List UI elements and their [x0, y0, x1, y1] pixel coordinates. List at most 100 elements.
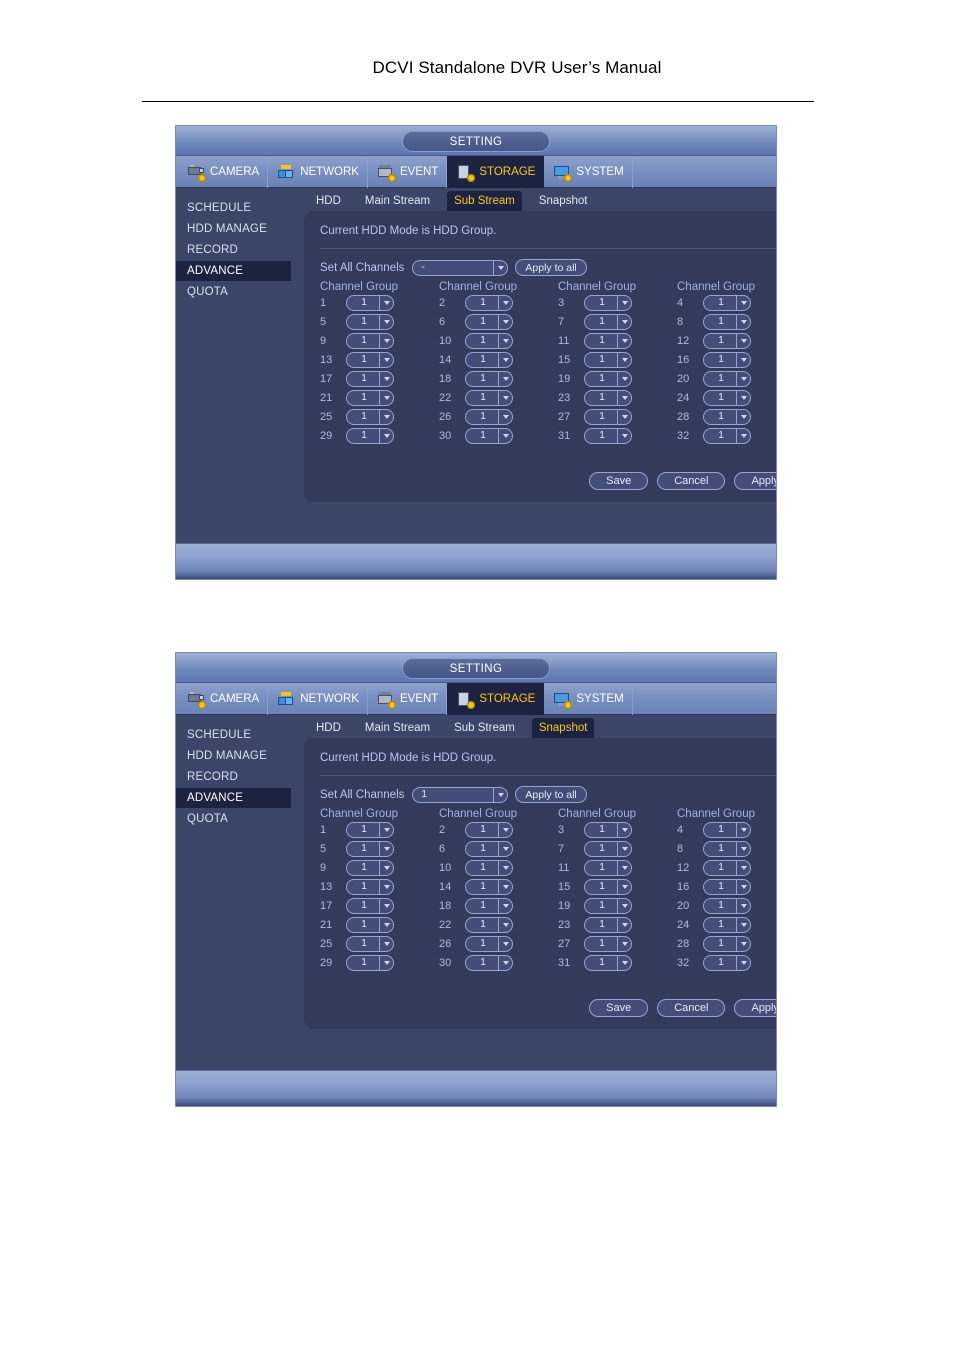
chevron-down-icon[interactable] [617, 898, 631, 913]
sub-tab-snapshot[interactable]: Snapshot [531, 718, 595, 738]
channel-24-group-select[interactable]: 1 [703, 389, 751, 406]
channel-3-group-select[interactable]: 1 [584, 294, 632, 311]
channel-10-group-select[interactable]: 1 [465, 332, 513, 349]
channel-12-group-select[interactable]: 1 [703, 332, 751, 349]
sidebar-item-record[interactable]: RECORD [176, 767, 291, 787]
channel-10-group-select[interactable]: 1 [465, 859, 513, 876]
chevron-down-icon[interactable] [379, 917, 393, 932]
channel-6-group-select[interactable]: 1 [465, 313, 513, 330]
chevron-down-icon[interactable] [498, 371, 512, 386]
chevron-down-icon[interactable] [379, 898, 393, 913]
channel-26-group-select[interactable]: 1 [465, 935, 513, 952]
chevron-down-icon[interactable] [498, 898, 512, 913]
sidebar-item-advance[interactable]: ADVANCE [176, 261, 291, 281]
chevron-down-icon[interactable] [617, 879, 631, 894]
chevron-down-icon[interactable] [617, 409, 631, 424]
chevron-down-icon[interactable] [498, 314, 512, 329]
nav-tab-system[interactable]: SYSTEM [544, 156, 633, 188]
chevron-down-icon[interactable] [498, 879, 512, 894]
apply-to-all-button[interactable]: Apply to all [515, 259, 587, 276]
save-button[interactable]: Save [589, 472, 649, 490]
channel-20-group-select[interactable]: 1 [703, 897, 751, 914]
chevron-down-icon[interactable] [736, 955, 750, 970]
chevron-down-icon[interactable] [379, 371, 393, 386]
cancel-button[interactable]: Cancel [657, 472, 726, 490]
chevron-down-icon[interactable] [736, 371, 750, 386]
nav-tab-system[interactable]: SYSTEM [544, 683, 633, 715]
chevron-down-icon[interactable] [736, 936, 750, 951]
chevron-down-icon[interactable] [736, 917, 750, 932]
chevron-down-icon[interactable] [617, 428, 631, 443]
channel-29-group-select[interactable]: 1 [346, 427, 394, 444]
channel-16-group-select[interactable]: 1 [703, 878, 751, 895]
channel-30-group-select[interactable]: 1 [465, 427, 513, 444]
nav-tab-network[interactable]: NETWORK [268, 156, 368, 188]
chevron-down-icon[interactable] [498, 955, 512, 970]
chevron-down-icon[interactable] [379, 841, 393, 856]
chevron-down-icon[interactable] [379, 295, 393, 310]
channel-31-group-select[interactable]: 1 [584, 954, 632, 971]
nav-tab-storage[interactable]: STORAGE [447, 156, 545, 188]
channel-16-group-select[interactable]: 1 [703, 351, 751, 368]
apply-button[interactable]: Apply [734, 999, 776, 1017]
channel-32-group-select[interactable]: 1 [703, 427, 751, 444]
channel-7-group-select[interactable]: 1 [584, 840, 632, 857]
channel-15-group-select[interactable]: 1 [584, 351, 632, 368]
channel-17-group-select[interactable]: 1 [346, 370, 394, 387]
channel-22-group-select[interactable]: 1 [465, 389, 513, 406]
chevron-down-icon[interactable] [736, 409, 750, 424]
channel-23-group-select[interactable]: 1 [584, 389, 632, 406]
chevron-down-icon[interactable] [498, 295, 512, 310]
channel-4-group-select[interactable]: 1 [703, 294, 751, 311]
channel-5-group-select[interactable]: 1 [346, 840, 394, 857]
channel-25-group-select[interactable]: 1 [346, 935, 394, 952]
sub-tab-hdd[interactable]: HDD [309, 191, 348, 211]
channel-11-group-select[interactable]: 1 [584, 859, 632, 876]
channel-9-group-select[interactable]: 1 [346, 859, 394, 876]
sub-tab-hdd[interactable]: HDD [309, 718, 348, 738]
chevron-down-icon[interactable] [736, 898, 750, 913]
chevron-down-icon[interactable] [379, 879, 393, 894]
chevron-down-icon[interactable] [379, 352, 393, 367]
chevron-down-icon[interactable] [617, 295, 631, 310]
channel-22-group-select[interactable]: 1 [465, 916, 513, 933]
save-button[interactable]: Save [589, 999, 649, 1017]
chevron-down-icon[interactable] [379, 428, 393, 443]
chevron-down-icon[interactable] [379, 822, 393, 837]
channel-30-group-select[interactable]: 1 [465, 954, 513, 971]
chevron-down-icon[interactable] [617, 955, 631, 970]
sidebar-item-hdd-manage[interactable]: HDD MANAGE [176, 746, 291, 766]
channel-13-group-select[interactable]: 1 [346, 878, 394, 895]
channel-31-group-select[interactable]: 1 [584, 427, 632, 444]
chevron-down-icon[interactable] [379, 860, 393, 875]
channel-27-group-select[interactable]: 1 [584, 408, 632, 425]
channel-1-group-select[interactable]: 1 [346, 821, 394, 838]
chevron-down-icon[interactable] [617, 371, 631, 386]
channel-29-group-select[interactable]: 1 [346, 954, 394, 971]
channel-5-group-select[interactable]: 1 [346, 313, 394, 330]
nav-tab-network[interactable]: NETWORK [268, 683, 368, 715]
channel-28-group-select[interactable]: 1 [703, 935, 751, 952]
chevron-down-icon[interactable] [617, 390, 631, 405]
nav-tab-event[interactable]: EVENT [368, 156, 448, 188]
chevron-down-icon[interactable] [498, 936, 512, 951]
chevron-down-icon[interactable] [736, 860, 750, 875]
sub-tab-main-stream[interactable]: Main Stream [358, 718, 437, 738]
chevron-down-icon[interactable] [498, 409, 512, 424]
channel-4-group-select[interactable]: 1 [703, 821, 751, 838]
apply-button[interactable]: Apply [734, 472, 776, 490]
sub-tab-main-stream[interactable]: Main Stream [358, 191, 437, 211]
channel-25-group-select[interactable]: 1 [346, 408, 394, 425]
sidebar-item-schedule[interactable]: SCHEDULE [176, 725, 291, 745]
nav-tab-camera[interactable]: CAMERA [176, 156, 269, 188]
chevron-down-icon[interactable] [617, 917, 631, 932]
nav-tab-storage[interactable]: STORAGE [447, 683, 545, 715]
chevron-down-icon[interactable] [493, 260, 507, 275]
channel-7-group-select[interactable]: 1 [584, 313, 632, 330]
chevron-down-icon[interactable] [736, 428, 750, 443]
sidebar-item-hdd-manage[interactable]: HDD MANAGE [176, 219, 291, 239]
chevron-down-icon[interactable] [617, 860, 631, 875]
chevron-down-icon[interactable] [617, 936, 631, 951]
chevron-down-icon[interactable] [379, 936, 393, 951]
sidebar-item-advance[interactable]: ADVANCE [176, 788, 291, 808]
